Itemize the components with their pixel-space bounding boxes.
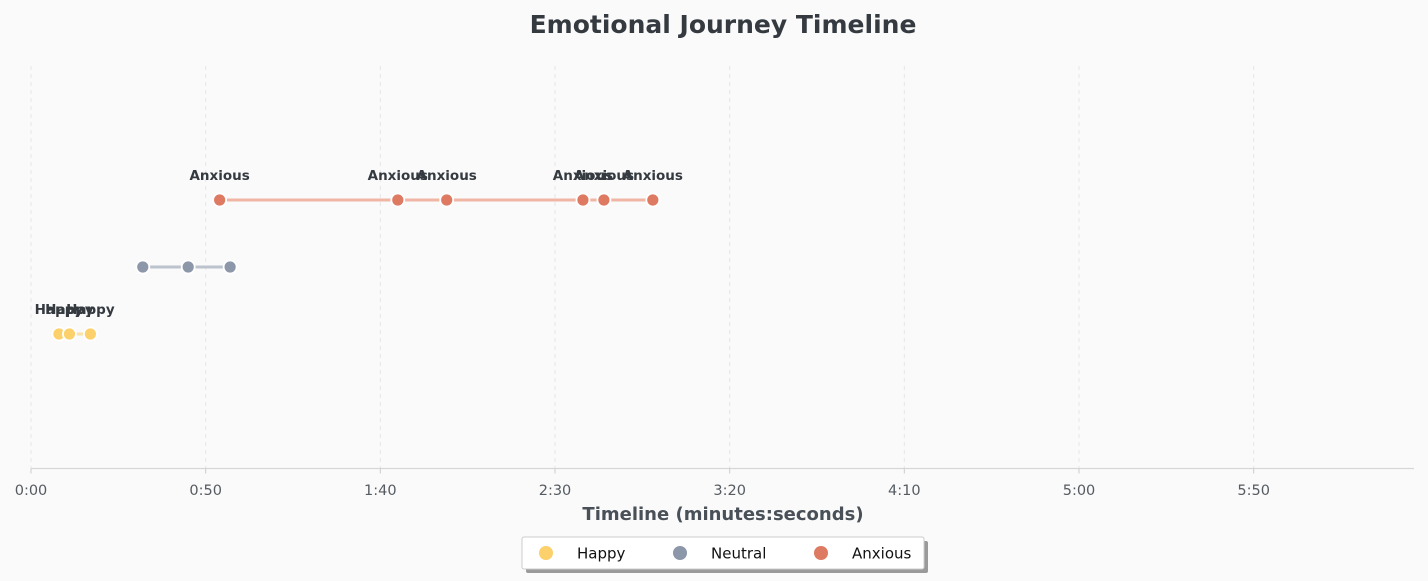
legend-marker — [814, 546, 828, 560]
data-point — [180, 259, 196, 275]
series-anxious — [212, 192, 661, 208]
series-neutral — [135, 259, 238, 275]
x-tick-label: 2:30 — [539, 483, 572, 499]
point-label: Happy — [66, 302, 115, 318]
point-label: Anxious — [189, 168, 249, 184]
data-point — [62, 326, 77, 342]
data-point — [390, 192, 406, 208]
data-point — [596, 192, 612, 208]
legend-label: Neutral — [711, 545, 766, 563]
legend-label: Anxious — [852, 545, 911, 563]
point-label: Anxious — [417, 168, 477, 184]
emotional-journey-chart: Emotional Journey Timeline 0:00 0:50 1:40 2… — [15, 10, 1414, 573]
x-tick-label: 1:40 — [364, 483, 397, 499]
data-point — [645, 192, 661, 208]
legend: Happy Neutral Anxious — [521, 536, 928, 573]
data-point — [222, 259, 238, 275]
data-point — [135, 259, 151, 275]
data-point — [212, 192, 228, 208]
data-point — [82, 326, 98, 342]
legend-label: Happy — [577, 545, 626, 563]
x-tick-label: 0:00 — [15, 483, 48, 499]
series-happy — [51, 326, 98, 342]
series-layer — [51, 192, 661, 342]
x-tick-label: 0:50 — [189, 483, 222, 499]
legend-marker — [539, 546, 553, 560]
legend-marker — [673, 546, 687, 560]
x-tick-label: 4:10 — [888, 483, 921, 499]
x-tick-label: 5:50 — [1237, 483, 1270, 499]
data-point — [439, 192, 455, 208]
point-label: Anxious — [623, 168, 683, 184]
x-tick-label: 3:20 — [713, 483, 746, 499]
legend-items: Happy Neutral Anxious — [539, 545, 911, 563]
data-point — [575, 192, 591, 208]
point-labels: HappyHappyHappyAnxious AnxiousAnxious Anxi… — [35, 168, 683, 318]
x-tick-label: 5:00 — [1063, 483, 1096, 499]
x-axis-label: Timeline (minutes:seconds) — [582, 504, 863, 525]
chart-title: Emotional Journey Timeline — [530, 10, 917, 39]
x-axis-ticks: 0:00 0:50 1:40 2:30 3:20 4:10 5:00 5:50 — [15, 468, 1270, 499]
